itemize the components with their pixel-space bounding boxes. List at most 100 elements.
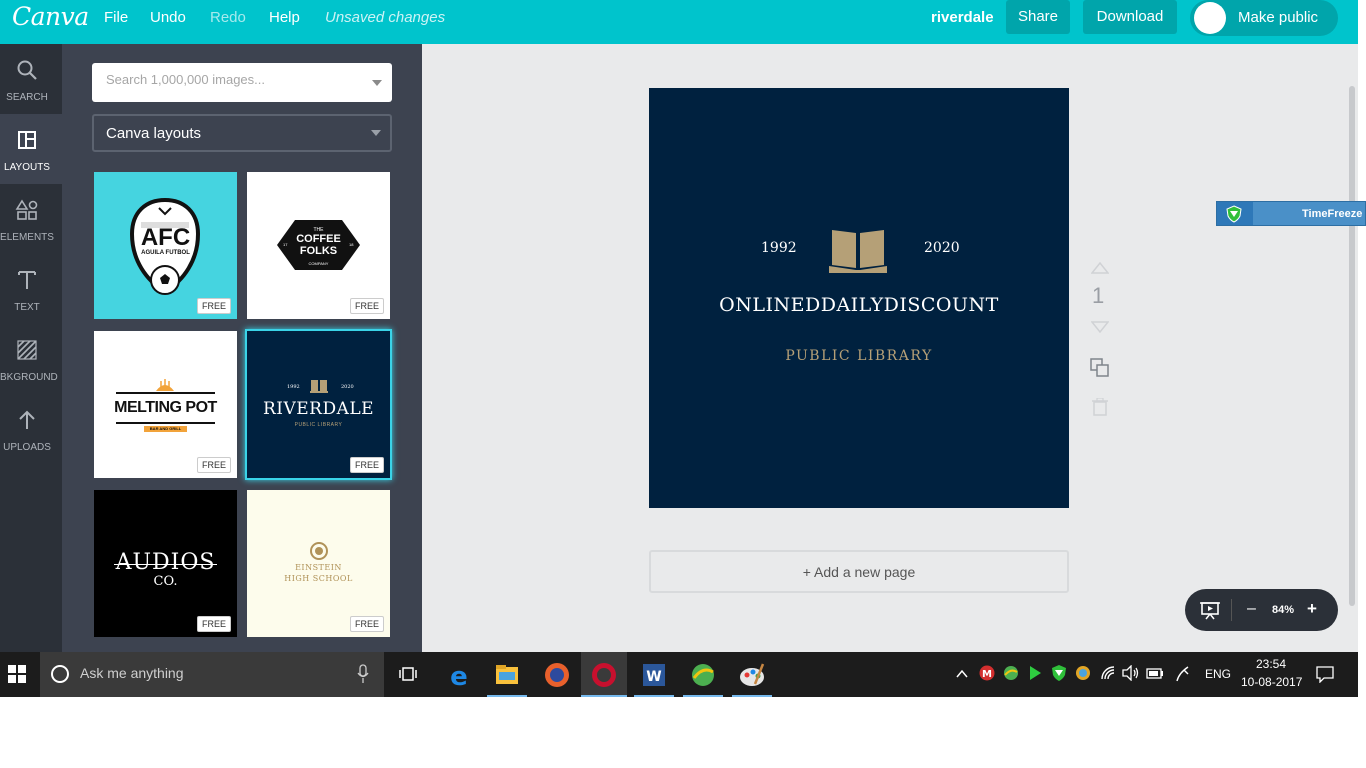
shield-tray-icon[interactable] — [1051, 664, 1067, 682]
project-name[interactable]: riverdale — [931, 0, 994, 36]
layout-tile-einstein[interactable]: EINSTEIN HIGH SCHOOL FREE — [247, 490, 390, 637]
clock-date[interactable]: 10-08-2017 — [1241, 675, 1302, 689]
tile-melting-sub: BAR AND GRILL — [149, 426, 182, 431]
svg-text:M: M — [982, 669, 992, 680]
show-hidden-icons-icon[interactable] — [955, 667, 969, 681]
file-explorer-icon[interactable] — [490, 658, 524, 692]
action-center-icon[interactable] — [1316, 665, 1334, 683]
make-public-toggle[interactable]: Make public — [1190, 0, 1338, 36]
layout-tile-afc[interactable]: AFC AGUILA FUTBOL FREE — [94, 172, 237, 319]
tile-coffee-small-bottom: COMPANY — [308, 261, 329, 266]
nav-text[interactable]: TEXT — [0, 254, 62, 324]
nav-uploads[interactable]: UPLOADS — [0, 394, 62, 464]
microphone-icon[interactable] — [357, 664, 369, 684]
search-dropdown-icon[interactable] — [372, 80, 382, 86]
add-page-button[interactable]: + Add a new page — [649, 550, 1069, 593]
free-badge: FREE — [349, 457, 384, 473]
pen-ink-icon[interactable] — [1174, 665, 1192, 683]
layouts-panel: Canva layouts AFC AGUILA FUTBOL FREE THE… — [62, 44, 422, 652]
nav-label-elements: ELEMENTS — [0, 232, 54, 243]
zoom-level[interactable]: 84% — [1272, 604, 1294, 616]
layout-tile-audios[interactable]: AUDIOS CO. FREE — [94, 490, 237, 637]
download-manager-active-indicator — [683, 695, 723, 697]
nav-background[interactable]: BKGROUND — [0, 324, 62, 394]
cortana-icon — [51, 665, 69, 683]
zoom-out-button[interactable]: – — [1247, 600, 1256, 618]
edge-browser-icon[interactable]: e — [442, 658, 476, 692]
menu-undo[interactable]: Undo — [150, 0, 186, 44]
nav-label-search: SEARCH — [6, 92, 48, 103]
move-page-down-icon[interactable] — [1091, 321, 1109, 333]
free-badge: FREE — [349, 616, 384, 632]
canva-app: Canva File Undo Redo Help Unsaved change… — [0, 0, 1366, 768]
task-view-icon[interactable] — [398, 664, 418, 684]
search-input[interactable] — [106, 72, 356, 87]
input-language[interactable]: ENG — [1205, 667, 1231, 681]
design-year-left[interactable]: 1992 — [761, 240, 797, 256]
design-year-right[interactable]: 2020 — [924, 240, 960, 256]
menu-file[interactable]: File — [104, 0, 128, 44]
nav-label-text: TEXT — [14, 302, 40, 313]
nav-elements[interactable]: ELEMENTS — [0, 184, 62, 254]
zoom-in-button[interactable]: + — [1307, 599, 1317, 619]
present-icon[interactable] — [1200, 600, 1220, 620]
free-badge: FREE — [196, 298, 231, 314]
design-title[interactable]: ONLINEDDAILYDISCOUNT — [649, 294, 1069, 316]
paint-icon[interactable] — [735, 658, 769, 692]
timefreeze-badge[interactable]: TimeFreeze — [1216, 201, 1366, 226]
design-subtitle[interactable]: PUBLIC LIBRARY — [649, 348, 1069, 364]
share-button[interactable]: Share — [1006, 0, 1070, 34]
layout-category-select[interactable]: Canva layouts — [92, 114, 392, 152]
orb-tray-icon[interactable] — [1075, 665, 1091, 681]
cortana-search-text: Ask me anything — [80, 665, 184, 681]
menu-redo[interactable]: Redo — [210, 0, 246, 44]
play-tray-icon[interactable] — [1027, 665, 1043, 681]
tile-coffee-text: COFFEE FOLKS — [296, 233, 341, 257]
antivirus-m-icon[interactable]: M — [979, 665, 995, 681]
image-search-box[interactable] — [92, 63, 392, 102]
text-icon — [18, 271, 36, 289]
workspace-scrollbar-track[interactable] — [1358, 44, 1366, 652]
design-page[interactable]: 1992 2020 ONLINEDDAILYDISCOUNT PUBLIC LI… — [649, 88, 1069, 508]
layout-tile-riverdale[interactable]: 1992 2020 RIVERDALE PUBLIC LIBRARY FREE — [247, 331, 390, 478]
tile-coffee-small-left: 17 — [283, 242, 288, 247]
layouts-icon — [18, 131, 36, 149]
download-manager-icon[interactable] — [686, 658, 720, 692]
firefox-icon[interactable] — [540, 658, 574, 692]
duplicate-page-icon[interactable] — [1090, 358, 1110, 378]
move-page-up-icon[interactable] — [1091, 262, 1109, 274]
free-badge: FREE — [349, 298, 384, 314]
battery-icon[interactable] — [1146, 666, 1164, 680]
windows-start-icon[interactable] — [8, 665, 26, 683]
canva-logo[interactable]: Canva — [12, 2, 89, 31]
left-nav: SEARCH LAYOUTS ELEMENTS TEXT BKGROUND UP… — [0, 44, 62, 652]
emblem-icon — [310, 542, 328, 560]
wifi-icon[interactable] — [1100, 665, 1116, 681]
save-status: Unsaved changes — [325, 9, 446, 26]
menu-help[interactable]: Help — [269, 0, 300, 44]
download-tray-icon[interactable] — [1003, 665, 1019, 681]
workspace-scrollbar-thumb[interactable] — [1349, 86, 1355, 606]
book-icon[interactable] — [829, 226, 887, 276]
tile-melting-text: MELTING POT — [114, 399, 217, 416]
volume-icon[interactable] — [1122, 665, 1140, 681]
layout-tile-coffee-folks[interactable]: THE COFFEE FOLKS 17 18 COMPANY FREE — [247, 172, 390, 319]
nav-label-layouts: LAYOUTS — [4, 162, 50, 173]
nav-layouts[interactable]: LAYOUTS — [0, 114, 62, 184]
chevron-down-icon — [371, 130, 381, 136]
nav-search[interactable]: SEARCH — [0, 44, 62, 114]
delete-page-icon[interactable] — [1092, 398, 1108, 416]
opera-icon[interactable] — [587, 658, 621, 692]
make-public-label: Make public — [1238, 9, 1319, 26]
zoom-divider — [1231, 599, 1232, 621]
free-badge: FREE — [196, 616, 231, 632]
nav-label-uploads: UPLOADS — [3, 442, 51, 453]
clock-time[interactable]: 23:54 — [1256, 657, 1286, 671]
cortana-search-box[interactable]: Ask me anything — [40, 652, 384, 697]
tile-audios-text: AUDIOS — [115, 550, 216, 575]
download-button[interactable]: Download — [1083, 0, 1177, 34]
word-icon[interactable]: W — [637, 658, 671, 692]
book-icon — [310, 380, 328, 393]
layout-tile-melting-pot[interactable]: MELTING POT BAR AND GRILL FREE — [94, 331, 237, 478]
tile-riverdale-text: RIVERDALE — [262, 399, 375, 419]
